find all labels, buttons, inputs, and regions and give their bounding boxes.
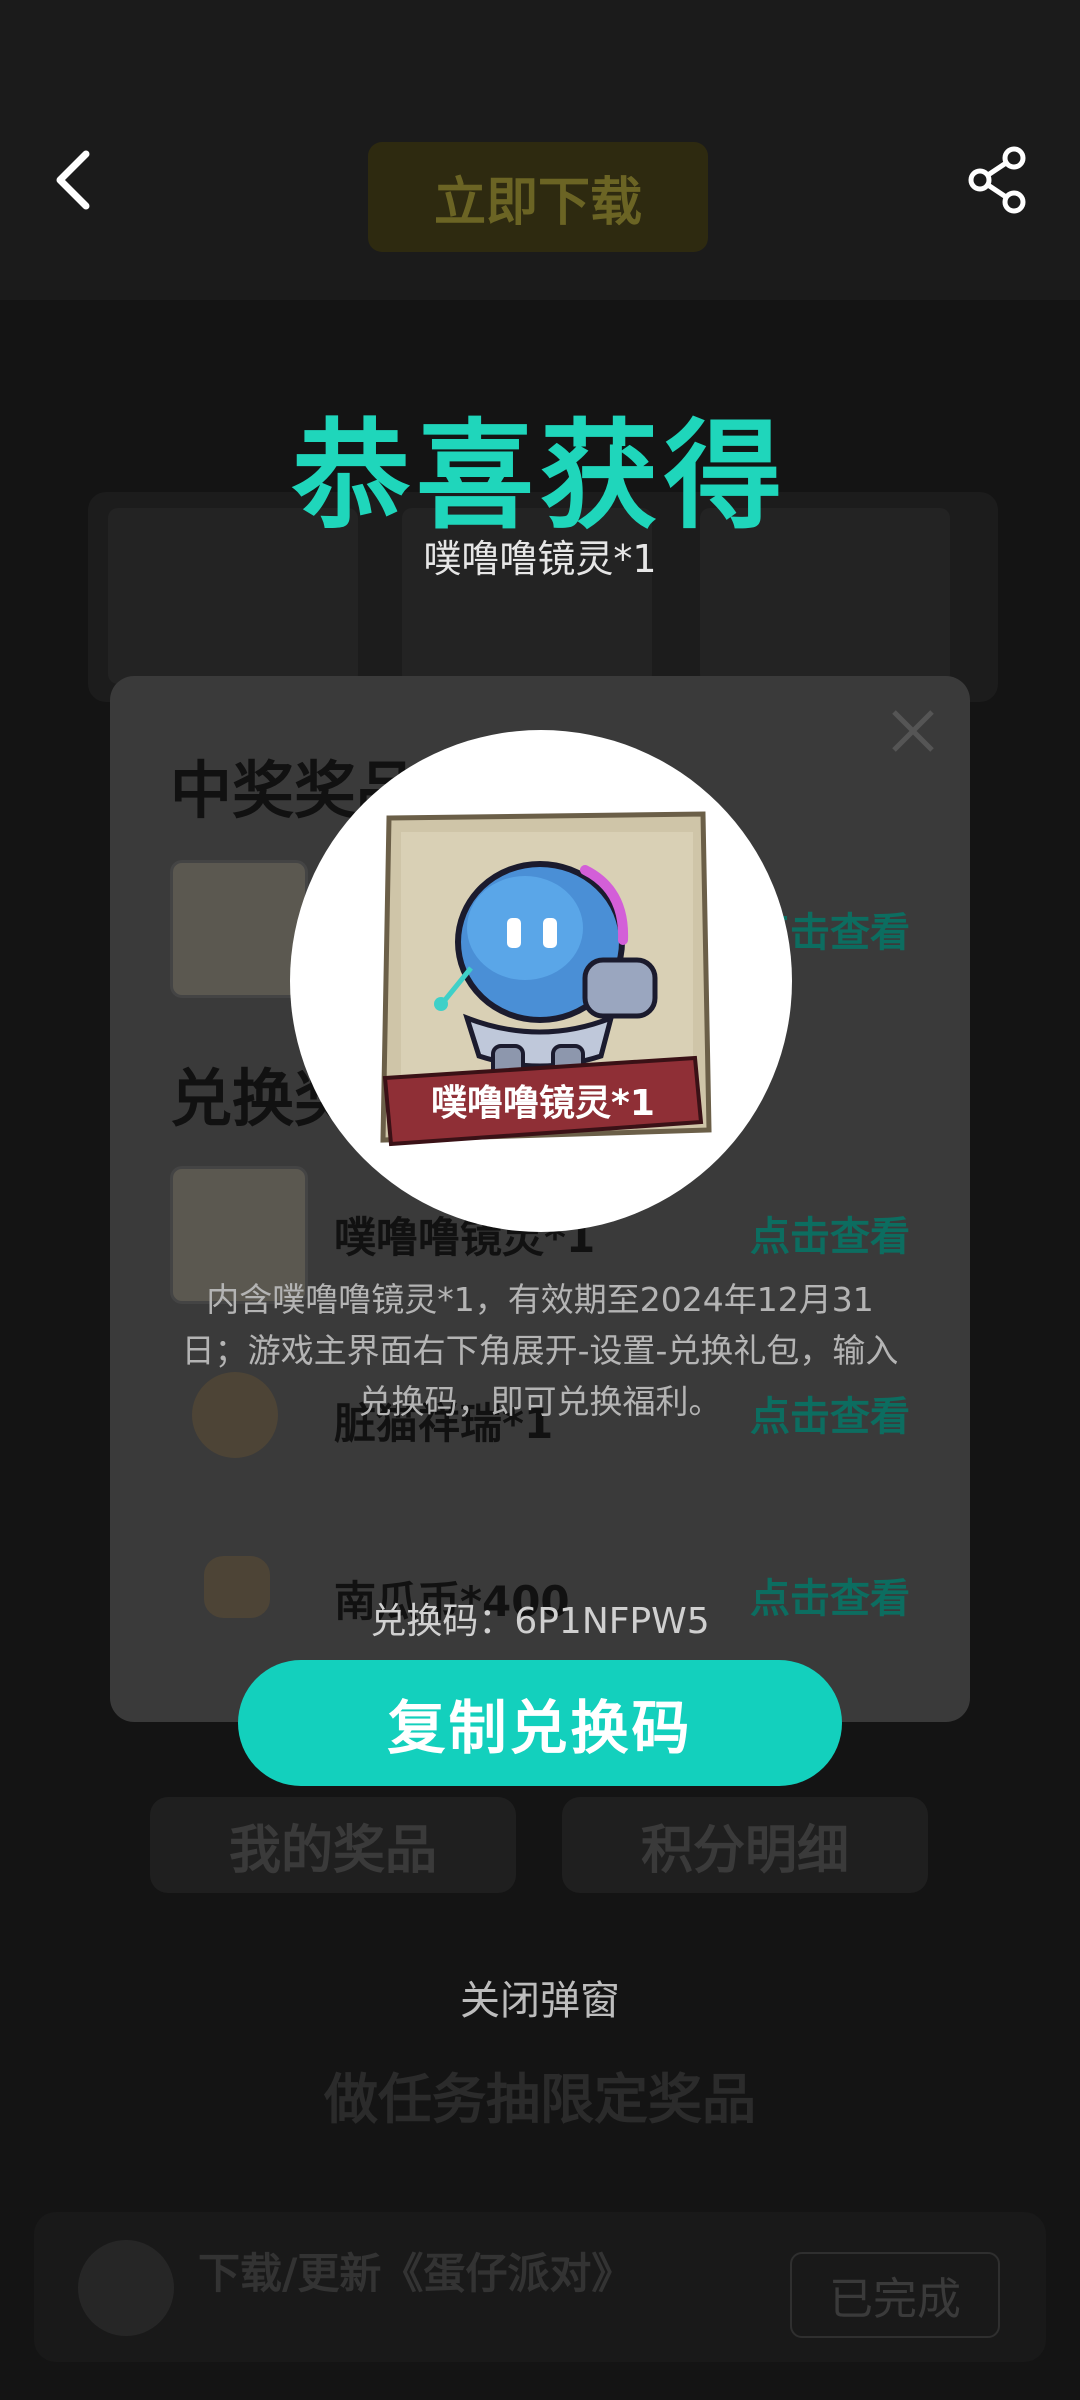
section-title-dimmed: 做任务抽限定奖品 xyxy=(324,2068,756,2131)
points-detail-button-dimmed: 积分明细 xyxy=(562,1797,928,1893)
my-prizes-button-dimmed: 我的奖品 xyxy=(150,1797,516,1893)
close-popup-link[interactable]: 关闭弹窗 xyxy=(0,1968,1080,2026)
copy-code-button[interactable]: 复制兑换码 xyxy=(238,1660,842,1786)
download-button-dimmed: 立即下载 xyxy=(368,142,708,252)
view-link[interactable]: 点击查看 xyxy=(750,1204,910,1262)
task-app-icon xyxy=(78,2240,174,2336)
item-card-label: 噗噜噜镜灵*1 xyxy=(431,1083,655,1124)
close-icon xyxy=(892,710,934,752)
redeem-code: 兑换码：6P1NFPW5 xyxy=(370,1601,710,1642)
task-status-button-dimmed: 已完成 xyxy=(790,2252,1000,2338)
task-title-dimmed: 下载/更新《蛋仔派对》 xyxy=(198,2249,634,2298)
prize-description: 内含噗噜噜镜灵*1，有效期至2024年12月31日；游戏主界面右下角展开-设置-… xyxy=(181,1280,899,1421)
panel-close-button[interactable] xyxy=(888,706,938,756)
prize-thumbnail xyxy=(170,860,308,998)
prize-name: 噗噜噜镜灵*1 xyxy=(423,537,657,581)
chevron-left-icon xyxy=(56,150,90,210)
back-button[interactable] xyxy=(44,140,104,220)
popup-title: 恭喜获得 xyxy=(291,407,788,545)
robot-prize-image: 噗噜噜镜灵*1 xyxy=(380,811,712,1147)
share-button[interactable] xyxy=(966,144,1030,216)
share-icon xyxy=(968,146,1026,214)
